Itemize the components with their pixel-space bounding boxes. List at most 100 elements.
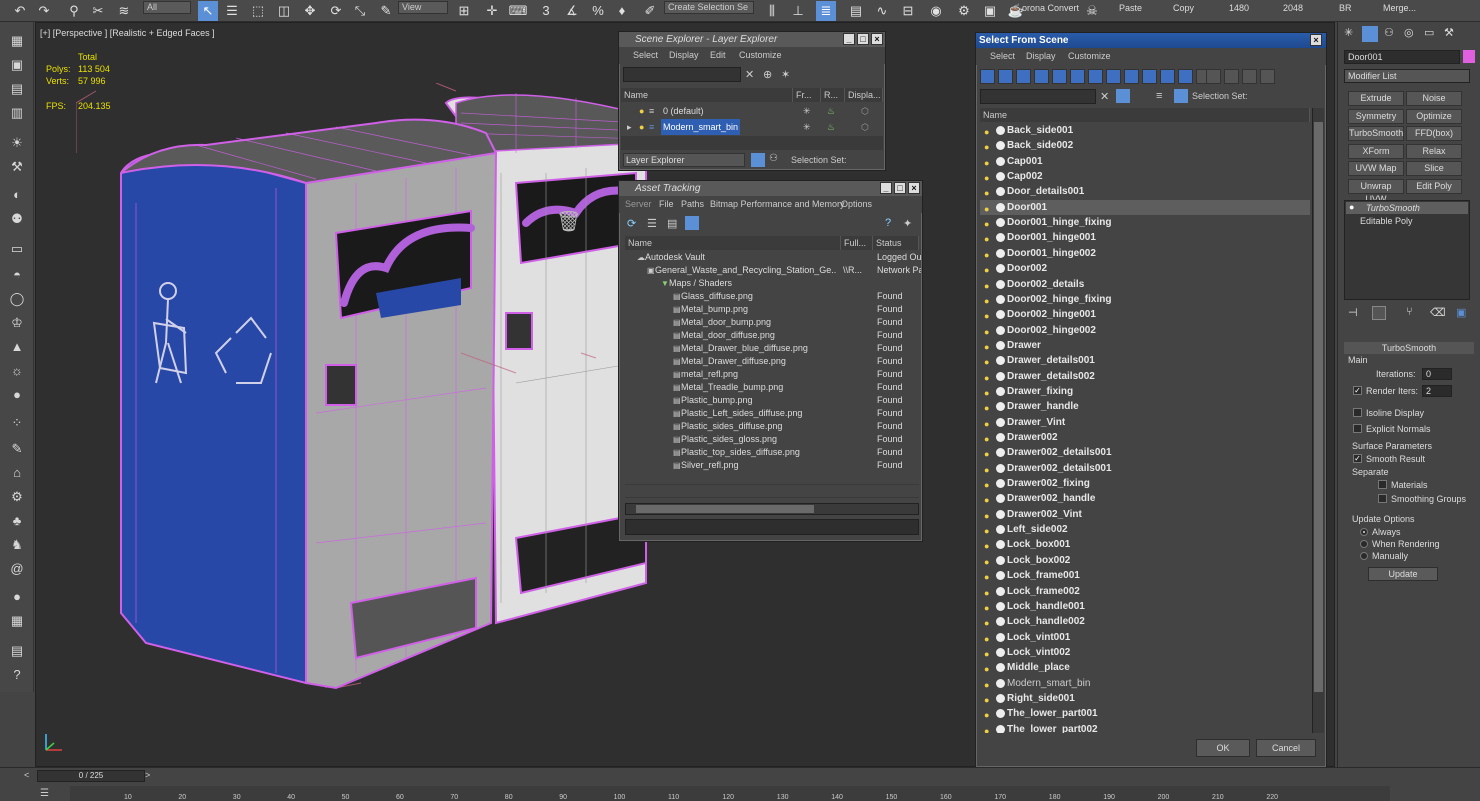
prev-frame-icon[interactable]: < [24, 770, 29, 780]
column-name[interactable]: Name [980, 108, 1310, 122]
display-icon[interactable]: ⬡ [861, 119, 869, 135]
freeze-icon[interactable]: ✳ [803, 103, 811, 119]
close-icon[interactable]: × [871, 33, 883, 45]
object-list-item[interactable]: ● Door002_hinge_fixing [980, 292, 1310, 307]
teapot-icon[interactable]: ♨ [827, 119, 835, 135]
explicit-normals-checkbox[interactable] [1353, 424, 1362, 433]
scale-icon[interactable]: ⤡ [350, 1, 370, 21]
object-list-item[interactable]: ● Right_side001 [980, 691, 1310, 706]
object-list-item[interactable]: ● The_lower_part001 [980, 706, 1310, 721]
plant-icon[interactable]: ♣ [7, 512, 27, 530]
asset-row[interactable]: ▤ Metal_Treadle_bump.png Found [625, 381, 919, 394]
spinner-snap-icon[interactable]: ♦ [612, 1, 632, 21]
table-icon[interactable]: ▥ [7, 104, 27, 122]
select-from-scene-titlebar[interactable]: Select From Scene × [976, 33, 1326, 48]
vault-icon[interactable]: ✦ [903, 217, 912, 230]
sun-icon[interactable]: ☼ [7, 362, 27, 380]
groups-filter-icon[interactable] [1088, 69, 1103, 84]
object-list-item[interactable]: ● Door002_hinge001 [980, 307, 1310, 322]
spacewarps-filter-icon[interactable] [1070, 69, 1085, 84]
left-bin[interactable] [120, 118, 498, 690]
modifier-button[interactable]: Unwrap UVW [1348, 178, 1404, 204]
lights-filter-icon[interactable] [1016, 69, 1031, 84]
search-input[interactable] [980, 89, 1096, 104]
asset-row[interactable]: ▤ Plastic_bump.png Found [625, 394, 919, 407]
column-render[interactable]: R... [821, 88, 845, 102]
material-editor-icon[interactable]: ◉ [926, 1, 946, 21]
redo-icon[interactable]: ↷ [34, 1, 54, 21]
cancel-button[interactable]: Cancel [1256, 739, 1316, 757]
light-icon[interactable]: ☀ [7, 134, 27, 152]
modifier-button[interactable]: Slice [1406, 161, 1462, 176]
clear-search-icon[interactable]: ✕ [745, 68, 754, 81]
camera-icon[interactable]: ◐ [7, 186, 27, 204]
vertical-scrollbar[interactable] [1312, 108, 1324, 733]
object-list-item[interactable]: ● Modern_smart_bin [980, 676, 1310, 691]
menu-bitmap-performance[interactable]: Bitmap Performance and Memory [710, 196, 845, 213]
modifier-button[interactable]: Edit Poly [1406, 178, 1462, 194]
display-none-filter-icon[interactable] [1206, 69, 1221, 84]
box-icon[interactable]: ▭ [7, 240, 27, 258]
snail-icon[interactable]: @ [7, 560, 27, 578]
display-icon[interactable]: ⬡ [861, 103, 869, 119]
script-icon[interactable]: ▤ [7, 642, 27, 660]
modifier-button[interactable]: UVW Map [1348, 161, 1404, 176]
paint-icon[interactable]: ✎ [7, 440, 27, 458]
thumbnail-icon[interactable]: ▤ [667, 217, 677, 230]
smooth-result-checkbox[interactable]: ✓ [1353, 454, 1362, 463]
object-list-item[interactable]: ● Door002_details [980, 277, 1310, 292]
align-icon[interactable]: ⊥ [788, 1, 808, 21]
unlink-icon[interactable]: ✂ [88, 1, 108, 21]
xrefs-filter-icon[interactable] [1106, 69, 1121, 84]
hammer-icon[interactable]: ⚒ [7, 158, 27, 176]
menu-edit[interactable]: Edit [710, 47, 726, 64]
object-list-item[interactable]: ● Drawer [980, 338, 1310, 353]
object-list-item[interactable]: ● Drawer002_details001 [980, 445, 1310, 460]
find-icon[interactable]: ⊕ [763, 68, 772, 81]
object-list-item[interactable]: ● Drawer_details001 [980, 353, 1310, 368]
sphere-icon[interactable]: ● [7, 386, 27, 404]
iterations-spinner[interactable]: 0 [1422, 368, 1452, 380]
hierarchy-tab-icon[interactable]: ⚇ [1384, 26, 1394, 39]
expand-icon[interactable]: ▸ [627, 119, 632, 135]
object-list-item[interactable]: ● Middle_place [980, 660, 1310, 675]
select-manipulate-icon[interactable]: ✛ [482, 1, 502, 21]
pin-stack-icon[interactable]: ⊣ [1348, 306, 1358, 319]
asset-row[interactable]: ▼ Maps / Shaders [625, 277, 919, 290]
asset-row[interactable]: ▤ metal_refl.png Found [625, 368, 919, 381]
menu-select[interactable]: Select [990, 48, 1015, 65]
lightbulb-icon[interactable]: ● [639, 103, 644, 119]
help-icon[interactable]: ? [7, 666, 27, 684]
next-frame-icon[interactable]: > [145, 770, 150, 780]
materials-checkbox[interactable] [1378, 480, 1387, 489]
hierarchy-icon[interactable]: ⚇ [769, 153, 778, 164]
resolution-1480-button[interactable]: 1480 [1229, 3, 1249, 13]
asset-row[interactable]: ▤ Plastic_sides_gloss.png Found [625, 433, 919, 446]
menu-select[interactable]: Select [633, 47, 658, 64]
ring-icon[interactable]: ◯ [7, 290, 27, 308]
asset-row[interactable]: ▣ General_Waste_and_Recycling_Station_Ge.… [625, 264, 921, 277]
ok-button[interactable]: OK [1196, 739, 1250, 757]
layer-explorer-icon[interactable]: ≣ [816, 1, 836, 21]
lightbulb-icon[interactable]: ● [984, 724, 989, 733]
curve-editor-icon[interactable]: ∿ [872, 1, 892, 21]
close-icon[interactable]: × [1310, 34, 1322, 46]
minimize-icon[interactable]: _ [880, 182, 892, 194]
lightbulb-icon[interactable]: ● [1349, 202, 1354, 212]
named-selection-dropdown[interactable]: Create Selection Se [664, 1, 754, 14]
move-icon[interactable]: ✥ [300, 1, 320, 21]
scene-3d-model[interactable]: 🗑 [76, 83, 676, 763]
when-rendering-radio[interactable] [1360, 540, 1368, 548]
gear-icon[interactable]: ⚙ [7, 488, 27, 506]
particles-icon[interactable]: ⁘ [7, 414, 27, 432]
menu-file[interactable]: File [659, 196, 674, 213]
object-list-item[interactable]: ● Door001_hinge001 [980, 230, 1310, 245]
hierarchy-filter-icon[interactable] [1260, 69, 1275, 84]
render-iters-spinner[interactable]: 2 [1422, 385, 1452, 397]
stack-item-turbosmooth[interactable]: TurboSmooth [1346, 202, 1468, 214]
cone-icon[interactable]: ▲ [7, 338, 27, 356]
asset-path-field[interactable] [625, 519, 919, 535]
select-by-name-icon[interactable]: ☰ [222, 1, 242, 21]
asset-row[interactable]: ▤ Metal_Drawer_diffuse.png Found [625, 355, 919, 368]
viewport-label[interactable]: [+] [Perspective ] [Realistic + Edged Fa… [40, 28, 215, 38]
